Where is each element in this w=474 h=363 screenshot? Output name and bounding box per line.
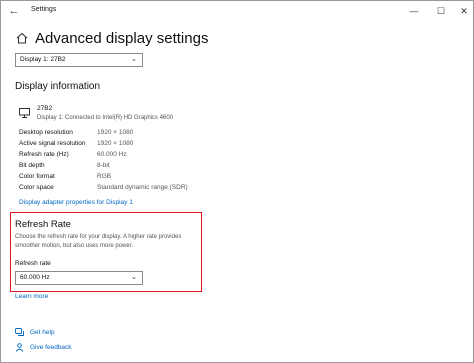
minimize-button[interactable]: —	[406, 4, 422, 18]
get-help-label: Get help	[30, 328, 55, 336]
display-select-dropdown[interactable]: Display 1: 27B2 ⌄	[15, 53, 143, 67]
refresh-rate-value: 60.000 Hz	[20, 274, 50, 281]
display-information-heading: Display information	[15, 81, 101, 92]
refresh-rate-label: Refresh rate	[15, 260, 51, 267]
refresh-rate-dropdown[interactable]: 60.000 Hz ⌄	[15, 271, 143, 285]
info-label: Bit depth	[19, 162, 45, 169]
monitor-name: 27B2	[37, 105, 53, 112]
display-select-value: Display 1: 27B2	[20, 56, 66, 63]
display-adapter-properties-link[interactable]: Display adapter properties for Display 1	[19, 199, 133, 206]
info-label: Desktop resolution	[19, 129, 73, 136]
learn-more-link[interactable]: Learn more	[15, 293, 48, 300]
page-title-text: Advanced display settings	[35, 29, 209, 47]
info-label: Color space	[19, 184, 54, 191]
info-value: 8-bit	[97, 162, 110, 169]
title-bar: ← Settings — ☐ ✕	[1, 1, 473, 21]
info-value: 1920 × 1080	[97, 140, 134, 147]
info-value: 60.000 Hz	[97, 151, 127, 158]
monitor-icon	[19, 108, 30, 118]
settings-window: ← Settings — ☐ ✕ Advanced display settin…	[0, 0, 474, 363]
maximize-button[interactable]: ☐	[433, 4, 449, 18]
back-arrow-icon[interactable]: ←	[7, 4, 21, 18]
info-value: 1920 × 1080	[97, 129, 134, 136]
feedback-person-icon	[15, 342, 24, 352]
refresh-rate-description: Choose the refresh rate for your display…	[15, 234, 182, 249]
info-value: RGB	[97, 173, 112, 180]
info-label: Active signal resolution	[19, 140, 86, 147]
get-help-link[interactable]: Get help	[15, 327, 55, 337]
help-chat-icon	[15, 327, 24, 336]
app-title: Settings	[31, 6, 57, 13]
chevron-down-icon: ⌄	[131, 274, 137, 281]
info-label: Color format	[19, 173, 55, 180]
page-title: Advanced display settings	[15, 25, 208, 51]
give-feedback-link[interactable]: Give feedback	[15, 342, 72, 352]
info-value: Standard dynamic range (SDR)	[97, 184, 188, 191]
refresh-rate-heading: Refresh Rate	[15, 219, 71, 230]
home-icon	[16, 32, 28, 44]
info-label: Refresh rate (Hz)	[19, 151, 69, 158]
chevron-down-icon: ⌄	[131, 56, 137, 63]
give-feedback-label: Give feedback	[30, 343, 72, 351]
monitor-connection-text: Display 1: Connected to Intel(R) HD Grap…	[37, 115, 174, 121]
close-button[interactable]: ✕	[456, 4, 472, 18]
